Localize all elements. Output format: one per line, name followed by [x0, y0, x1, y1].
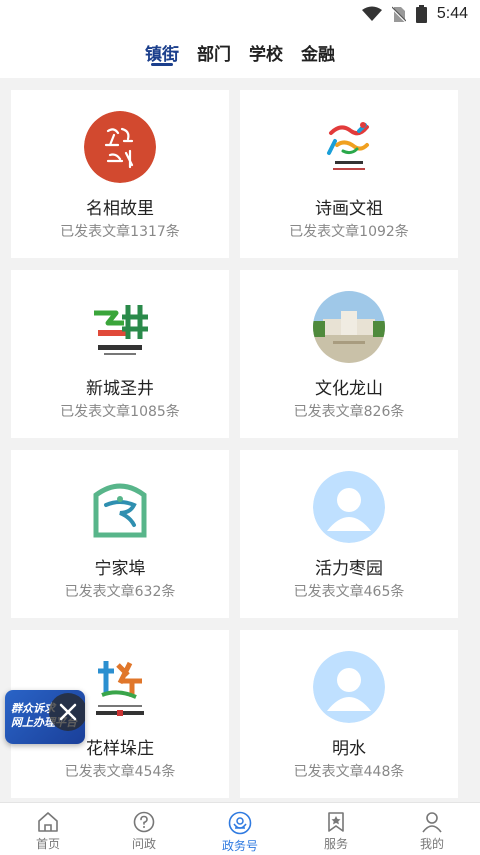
question-icon [133, 811, 155, 833]
status-bar: 5:44 [0, 0, 480, 28]
colorful-character-logo [84, 651, 156, 723]
dancing-figure-logo [313, 111, 385, 183]
account-card[interactable]: 新城圣井 已发表文章1085条 [11, 270, 229, 438]
tab-schools[interactable]: 学校 [249, 28, 283, 66]
status-time: 5:44 [436, 5, 468, 22]
account-name: 宁家埠 [94, 559, 146, 579]
wifi-icon [361, 6, 382, 21]
tab-departments[interactable]: 部门 [197, 28, 231, 66]
nav-label: 问政 [131, 837, 156, 851]
building-photo [313, 291, 385, 363]
account-card[interactable]: 文化龙山 已发表文章826条 [240, 270, 458, 438]
green-red-character-logo [84, 291, 156, 363]
article-count: 已发表文章632条 [64, 584, 176, 600]
petition-float-banner[interactable]: 群众诉求 网上办理平台 [5, 690, 85, 744]
account-card[interactable]: 宁家埠 已发表文章632条 [11, 450, 229, 618]
nav-label: 首页 [35, 837, 60, 851]
account-name: 新城圣井 [86, 379, 154, 399]
article-count: 已发表文章465条 [293, 584, 405, 600]
account-name: 明水 [332, 739, 366, 759]
user-icon [422, 812, 442, 833]
tab-towns[interactable]: 镇街 [145, 28, 179, 66]
account-card[interactable]: 诗画文祖 已发表文章1092条 [240, 90, 458, 258]
nav-inquiry[interactable]: 问政 [96, 803, 192, 855]
nav-gov-accounts[interactable]: 政务号 [192, 803, 288, 855]
green-house-logo [84, 471, 156, 543]
home-icon [38, 812, 58, 832]
tab-finance[interactable]: 金融 [301, 28, 335, 66]
no-sim-icon [391, 6, 406, 23]
emblem-icon [228, 811, 252, 835]
category-tabs: 镇街 部门 学校 金融 [0, 28, 480, 78]
nav-label: 服务 [323, 837, 348, 851]
article-count: 已发表文章1092条 [289, 224, 409, 240]
account-card[interactable]: 活力枣园 已发表文章465条 [240, 450, 458, 618]
nav-label: 我的 [419, 837, 444, 851]
article-count: 已发表文章448条 [293, 764, 405, 780]
nav-profile[interactable]: 我的 [384, 803, 480, 855]
article-count: 已发表文章826条 [293, 404, 405, 420]
account-card[interactable]: 名相故里 已发表文章1317条 [11, 90, 229, 258]
account-name: 诗画文祖 [315, 199, 383, 219]
default-avatar [313, 651, 385, 723]
article-count: 已发表文章1085条 [60, 404, 180, 420]
default-avatar [313, 471, 385, 543]
close-banner-button[interactable] [49, 693, 85, 731]
bottom-nav: 首页 问政 政务号 服务 我的 [0, 802, 480, 855]
close-icon [59, 703, 77, 721]
nav-home[interactable]: 首页 [0, 803, 96, 855]
account-name: 文化龙山 [315, 379, 383, 399]
account-name: 名相故里 [86, 199, 154, 219]
battery-icon [415, 5, 427, 23]
nav-services[interactable]: 服务 [288, 803, 384, 855]
star-bookmark-icon [328, 812, 344, 832]
red-calligraphy-logo [84, 111, 156, 183]
account-name: 活力枣园 [315, 559, 383, 579]
nav-label: 政务号 [221, 839, 258, 853]
article-count: 已发表文章1317条 [60, 224, 180, 240]
article-count: 已发表文章454条 [64, 764, 176, 780]
account-card[interactable]: 明水 已发表文章448条 [240, 630, 458, 798]
status-icons: 5:44 [361, 4, 468, 24]
